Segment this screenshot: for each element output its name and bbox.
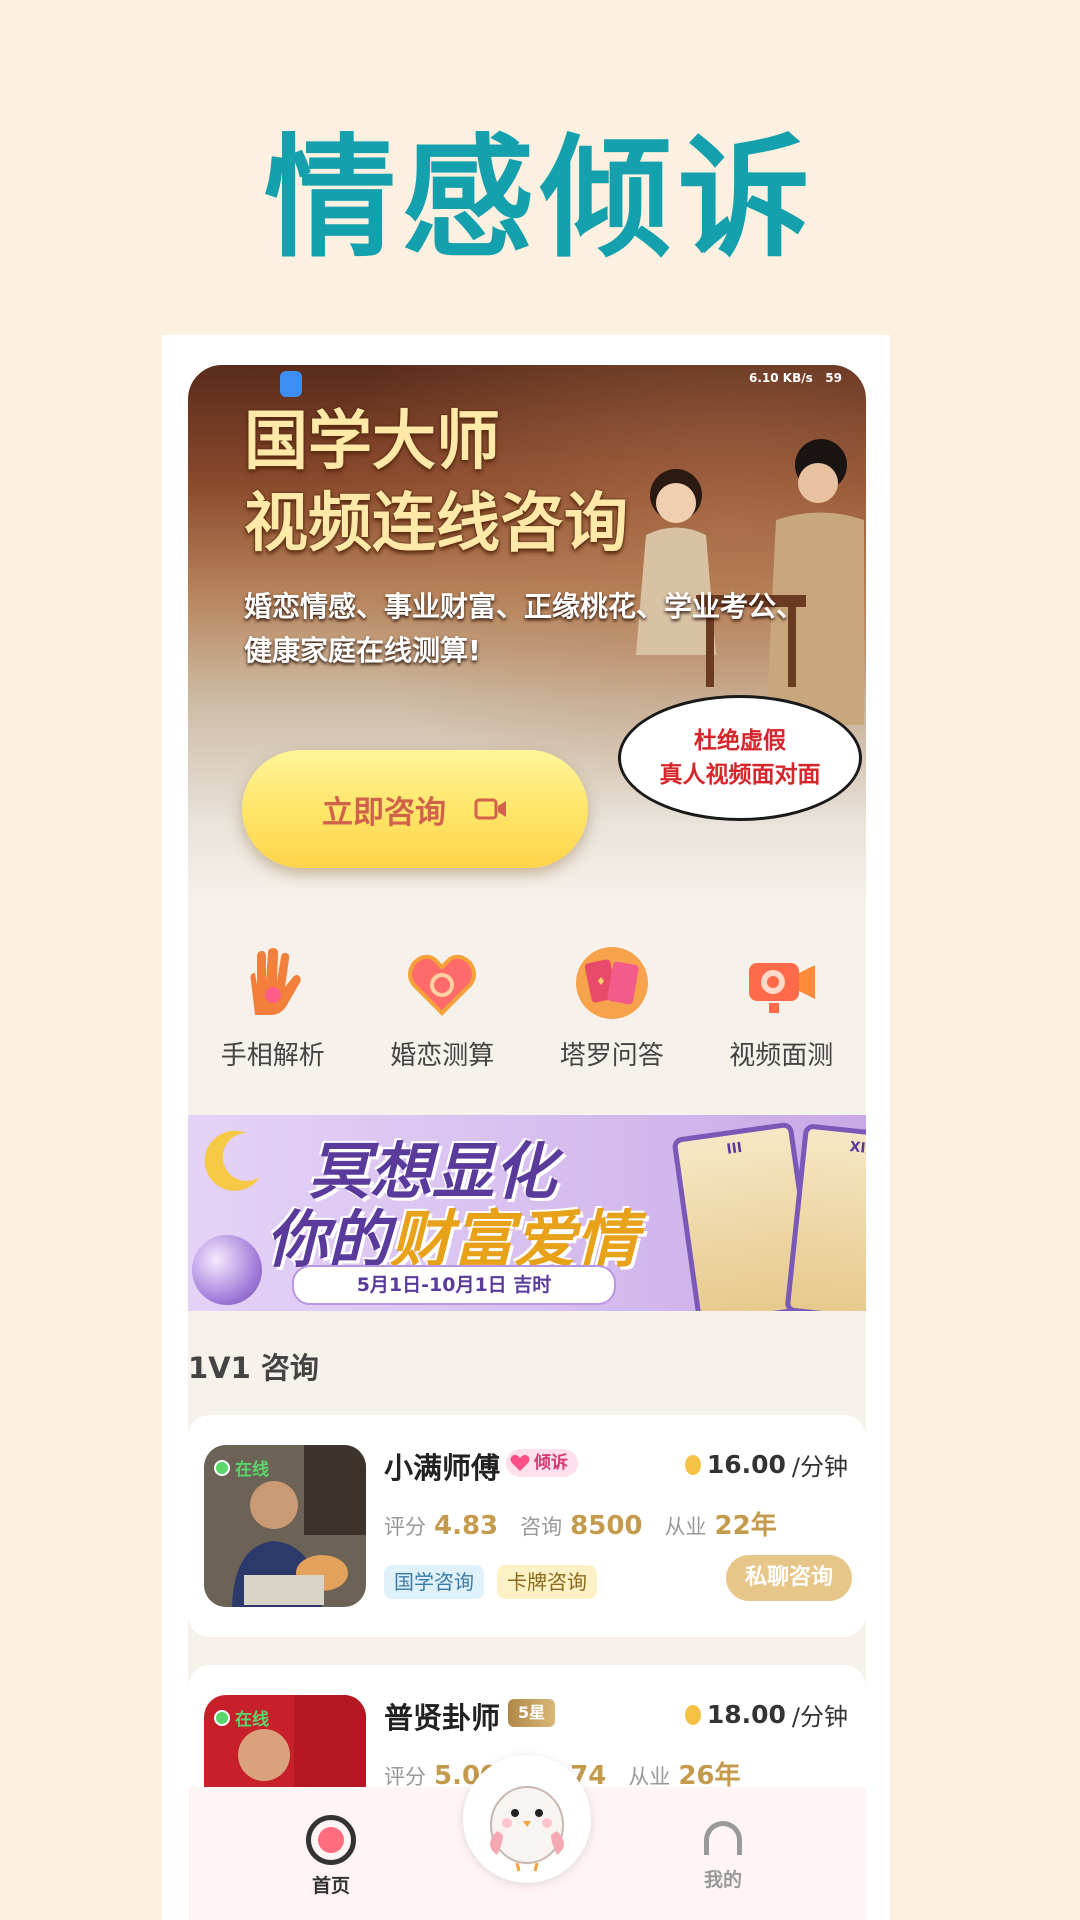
category-label: 婚恋测算 bbox=[390, 1041, 495, 1071]
hero-title-line2: 视频连线咨询 bbox=[244, 487, 628, 561]
online-status: 在线 bbox=[214, 1455, 269, 1480]
video-camera-icon bbox=[749, 963, 816, 1013]
phone-frame: 6.10 KB/s 59 国学大师 视频连线咨询 婚恋情感、事业财富、正缘桃花、… bbox=[162, 335, 890, 1920]
consultant-stats: 评分 4.83 咨询 8500 从业 22年 bbox=[384, 1505, 791, 1542]
online-label: 在线 bbox=[235, 1460, 269, 1480]
category-label: 视频面测 bbox=[729, 1041, 834, 1071]
category-palm[interactable]: 手相解析 bbox=[198, 945, 348, 1075]
consults-label: 咨询 bbox=[520, 1515, 563, 1539]
category-grid: 手相解析 婚恋测算 塔罗问答 视频面测 bbox=[188, 945, 866, 1075]
crystal-ball-icon bbox=[192, 1235, 262, 1305]
app-screen: 6.10 KB/s 59 国学大师 视频连线咨询 婚恋情感、事业财富、正缘桃花、… bbox=[188, 365, 866, 1920]
tarot-card-sun: XIX bbox=[784, 1123, 866, 1311]
online-dot-icon bbox=[214, 1459, 230, 1476]
hero-title-line1: 国学大师 bbox=[244, 405, 500, 479]
consultant-name: 普贤卦师 bbox=[384, 1701, 501, 1735]
category-label: 塔罗问答 bbox=[559, 1041, 664, 1071]
video-icon bbox=[474, 798, 506, 820]
years-label: 从业 bbox=[664, 1515, 707, 1539]
hero-title: 国学大师 视频连线咨询 bbox=[244, 401, 628, 565]
years-value: 22年 bbox=[714, 1511, 777, 1541]
consult-now-button[interactable]: 立即咨询 bbox=[242, 750, 588, 868]
nav-home-label: 首页 bbox=[311, 1875, 350, 1897]
coin-icon bbox=[684, 1454, 701, 1475]
star-level-badge: 5星 bbox=[508, 1699, 556, 1727]
consultant-name: 小满师傅 bbox=[384, 1451, 501, 1485]
bubble-line1: 杜绝虚假 bbox=[694, 728, 786, 754]
section-title: 1V1 咨询 bbox=[188, 1351, 319, 1385]
tarot-card-number: III bbox=[725, 1139, 744, 1158]
consults-value: 8500 bbox=[570, 1511, 643, 1541]
coin-icon bbox=[684, 1704, 701, 1725]
hero-subtitle: 婚恋情感、事业财富、正缘桃花、学业考公、健康家庭在线测算! bbox=[244, 590, 805, 667]
price: 16.00 /分钟 bbox=[684, 1447, 848, 1482]
heart-icon bbox=[408, 954, 477, 1016]
listen-badge: 倾诉 bbox=[506, 1449, 578, 1477]
heart-pulse-icon bbox=[510, 1454, 530, 1471]
tag-chip: 卡牌咨询 bbox=[497, 1565, 597, 1599]
price-value: 16.00 bbox=[706, 1450, 786, 1479]
price-unit: /分钟 bbox=[791, 1703, 848, 1731]
tarot-card-icon bbox=[575, 947, 648, 1019]
page-title: 情感倾诉 bbox=[264, 122, 816, 276]
category-label: 手相解析 bbox=[220, 1041, 325, 1071]
speech-bubble: 杜绝虚假 真人视频面对面 bbox=[618, 695, 862, 821]
bubble-line2: 真人视频面对面 bbox=[659, 762, 821, 788]
status-bar-info: 6.10 KB/s 59 bbox=[749, 371, 842, 385]
network-speed: 6.10 KB/s bbox=[748, 371, 813, 385]
category-marriage[interactable]: 婚恋测算 bbox=[367, 945, 517, 1075]
price-unit: /分钟 bbox=[791, 1453, 848, 1481]
mascot-bird-icon[interactable] bbox=[463, 1755, 591, 1883]
category-tarot[interactable]: 塔罗问答 bbox=[537, 945, 687, 1075]
online-label: 在线 bbox=[235, 1710, 269, 1730]
home-icon bbox=[306, 1815, 356, 1865]
promo-date: 5月1日-10月1日 吉时 bbox=[292, 1265, 616, 1305]
consultant-card[interactable]: 在线 小满师傅 倾诉 16.00 /分钟 评分 4.83 咨询 8500 从业 22年… bbox=[188, 1415, 866, 1637]
app-logo-icon bbox=[280, 371, 302, 397]
tarot-card-number: XIX bbox=[848, 1139, 866, 1158]
profile-icon bbox=[704, 1821, 742, 1855]
consult-now-label: 立即咨询 bbox=[322, 794, 446, 831]
hero-banner[interactable]: 6.10 KB/s 59 国学大师 视频连线咨询 婚恋情感、事业财富、正缘桃花、… bbox=[188, 365, 866, 905]
palm-icon bbox=[250, 948, 301, 1015]
battery-level: 59 bbox=[825, 371, 842, 385]
online-status: 在线 bbox=[214, 1705, 269, 1730]
promo-banner[interactable]: 冥想显化 你的财富爱情 5月1日-10月1日 吉时 III XIX bbox=[188, 1115, 866, 1311]
nav-mine-label: 我的 bbox=[703, 1869, 742, 1891]
nav-home[interactable]: 首页 bbox=[296, 1815, 366, 1898]
category-video[interactable]: 视频面测 bbox=[706, 945, 856, 1075]
moon-icon bbox=[204, 1130, 260, 1191]
private-chat-button[interactable]: 私聊咨询 bbox=[726, 1555, 852, 1601]
rating-value: 4.83 bbox=[434, 1511, 499, 1541]
online-dot-icon bbox=[214, 1709, 230, 1726]
price-value: 18.00 bbox=[706, 1700, 786, 1729]
price: 18.00 /分钟 bbox=[684, 1697, 848, 1732]
rating-label: 评分 bbox=[384, 1515, 426, 1539]
badge-label: 倾诉 bbox=[534, 1453, 568, 1473]
nav-mine[interactable]: 我的 bbox=[688, 1821, 758, 1892]
tag-chip: 国学咨询 bbox=[384, 1565, 484, 1599]
